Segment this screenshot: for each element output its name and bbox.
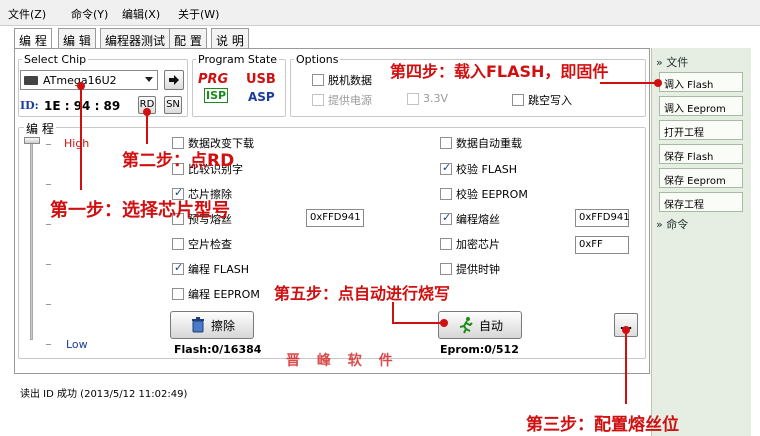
3v3-checkbox[interactable]: 3.3V [407, 92, 448, 105]
step3-arrow-dot [622, 326, 630, 334]
tab-edit[interactable]: 编 辑 [58, 28, 96, 48]
step5-arrow-dot [440, 319, 448, 327]
program-section [18, 127, 646, 359]
auto-reload-checkbox[interactable]: 数据自动重载 [440, 135, 522, 151]
step5-annotation: 第五步：点自动进行烧写 [274, 284, 451, 303]
menu-about[interactable]: 关于(W) [178, 6, 219, 22]
open-project-button[interactable]: 打开工程 [659, 120, 743, 140]
menu-edit[interactable]: 编辑(X) [122, 6, 160, 22]
chevron-down-icon [145, 77, 153, 82]
sidebar-file-header[interactable]: » 文件 [656, 54, 688, 70]
save-project-button[interactable]: 保存工程 [659, 192, 743, 212]
step1-arrow-dot [77, 82, 85, 90]
flash-status: Flash:0/16384 [174, 343, 262, 356]
provide-clock-checkbox[interactable]: 提供时钟 [440, 261, 500, 277]
step4-arrow-line [600, 82, 660, 84]
id-value: 1E : 94 : 89 [44, 99, 121, 113]
usb-asp-logo: USB ASP [246, 72, 276, 104]
step5-arrow-hline [392, 322, 444, 324]
program-state-title: Program State [196, 53, 280, 66]
program-eeprom-checkbox[interactable]: 编程 EEPROM [172, 286, 260, 302]
speed-slider-track [30, 140, 33, 340]
prg-isp-logo: PRG ISP [198, 72, 229, 103]
running-man-icon [459, 317, 473, 334]
erase-button[interactable]: 擦除 [170, 311, 254, 339]
menu-command[interactable]: 命令(Y) [71, 6, 108, 22]
slider-low-label: Low [66, 338, 88, 351]
arrow-right-icon [169, 75, 179, 85]
lock-value-input[interactable]: 0xFF [575, 236, 629, 254]
auto-button[interactable]: 自动 [438, 311, 522, 339]
skip-blank-checkbox[interactable]: 跳空写入 [512, 92, 572, 108]
blank-check-checkbox[interactable]: 空片检查 [172, 236, 232, 252]
program-fuse-checkbox[interactable]: 编程熔丝 [440, 211, 500, 227]
prewrite-fuse-input[interactable]: 0xFFD941 [306, 209, 364, 227]
trash-icon [191, 317, 204, 333]
eeprom-status: Eprom:0/512 [440, 343, 519, 356]
program-section-title: 编 程 [24, 120, 56, 137]
chevron-up-icon: » [656, 56, 663, 69]
step1-arrow-line [80, 86, 82, 190]
supply-power-checkbox[interactable]: 提供电源 [312, 92, 372, 108]
menu-file[interactable]: 文件(Z) [8, 6, 46, 22]
offline-data-checkbox[interactable]: 脱机数据 [312, 72, 372, 88]
chip-icon [24, 76, 38, 85]
sidebar: » 文件 调入 Flash 调入 Eeprom 打开工程 保存 Flash 保存… [651, 48, 751, 436]
step2-arrow-line [146, 112, 148, 144]
select-chip-title: Select Chip [22, 53, 89, 66]
chip-select[interactable]: ATmega16U2 [20, 70, 158, 90]
slider-high-label: High [64, 137, 90, 150]
step4-annotation: 第四步：载入FLASH，即固件 [390, 62, 609, 81]
step5-arrow-vline [392, 302, 394, 324]
id-label: ID: [20, 99, 39, 112]
step4-arrow-dot [654, 79, 662, 87]
step3-annotation: 第三步：配置熔丝位 [526, 415, 679, 435]
sn-button[interactable]: SN [164, 96, 182, 114]
save-eeprom-button[interactable]: 保存 Eeprom [659, 168, 743, 188]
save-flash-button[interactable]: 保存 Flash [659, 144, 743, 164]
tab-help[interactable]: 说 明 [211, 28, 249, 48]
step3-arrow-line [625, 330, 627, 404]
speed-slider-thumb[interactable] [24, 137, 40, 144]
arrow-right-button[interactable] [164, 70, 184, 90]
verify-flash-checkbox[interactable]: 校验 FLASH [440, 161, 517, 177]
menu-bar: 文件(Z) 命令(Y) 编辑(X) 关于(W) [0, 0, 760, 26]
sidebar-command-header[interactable]: » 命令 [656, 216, 688, 232]
step1-annotation: 第一步：选择芯片型号 [50, 200, 230, 221]
lock-chip-checkbox[interactable]: 加密芯片 [440, 236, 500, 252]
tab-programmer-test[interactable]: 编程器测试 [100, 28, 171, 48]
chevron-down-icon: » [656, 218, 663, 231]
load-eeprom-button[interactable]: 调入 Eeprom [659, 96, 743, 116]
load-flash-button[interactable]: 调入 Flash [659, 72, 743, 92]
log-line: 读出 ID 成功 (2013/5/12 11:02:49) [20, 389, 188, 400]
program-flash-checkbox[interactable]: 编程 FLASH [172, 261, 249, 277]
tab-config[interactable]: 配 置 [169, 28, 207, 48]
watermark: 晋 峰 软 件 [286, 353, 399, 369]
step2-annotation: 第二步：点RD [122, 151, 235, 171]
fuse-value-input[interactable]: 0xFFD941 [575, 209, 630, 227]
step2-arrow-dot [143, 108, 151, 116]
verify-eeprom-checkbox[interactable]: 校验 EEPROM [440, 186, 528, 202]
options-title: Options [294, 53, 341, 66]
tab-program[interactable]: 编 程 [14, 28, 52, 49]
